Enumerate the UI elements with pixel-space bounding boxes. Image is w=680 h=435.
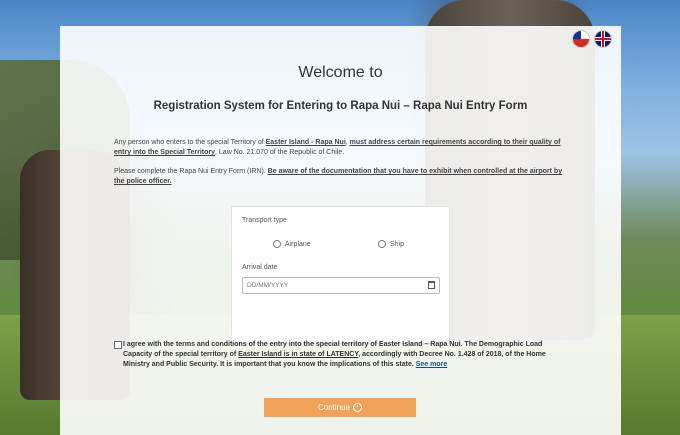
latency-link[interactable]: Easter Island is in state of LATENCY [238,351,358,358]
see-more-link[interactable]: See more [416,361,448,368]
easter-island-link[interactable]: Easter Island - Rapa Nui [266,139,346,146]
uk-flag-icon[interactable] [595,31,611,47]
transport-form: Transport type Airplane Ship Arrival dat… [231,206,450,344]
arrival-date-label: Arrival date [242,264,278,271]
terms-section: I agree with the terms and conditions of… [114,340,569,370]
intro-paragraph-2: Please complete the Rapa Nui Entry Form … [114,168,563,185]
continue-button[interactable]: Continue › [264,398,416,417]
arrival-date-field[interactable] [242,277,440,294]
transport-type-label: Transport type [242,217,287,224]
terms-checkbox[interactable] [114,341,122,349]
page-title: Registration System for Entering to Rapa… [153,100,528,112]
welcome-heading: Welcome to [298,64,383,81]
intro-paragraph-1: Any person who enters to the special Ter… [114,139,561,156]
arrival-date-input[interactable] [247,281,417,290]
terms-text: I agree with the terms and conditions of… [123,341,546,368]
chile-flag-icon[interactable] [573,31,589,47]
language-switcher [573,31,611,47]
calendar-icon[interactable] [428,281,435,289]
airplane-radio[interactable]: Airplane [273,240,311,248]
radio-circle[interactable] [273,240,281,248]
registration-card: Welcome to Registration System for Enter… [60,26,621,435]
arrow-right-icon: › [353,403,363,412]
ship-radio[interactable]: Ship [378,240,404,248]
radio-circle[interactable] [378,240,386,248]
